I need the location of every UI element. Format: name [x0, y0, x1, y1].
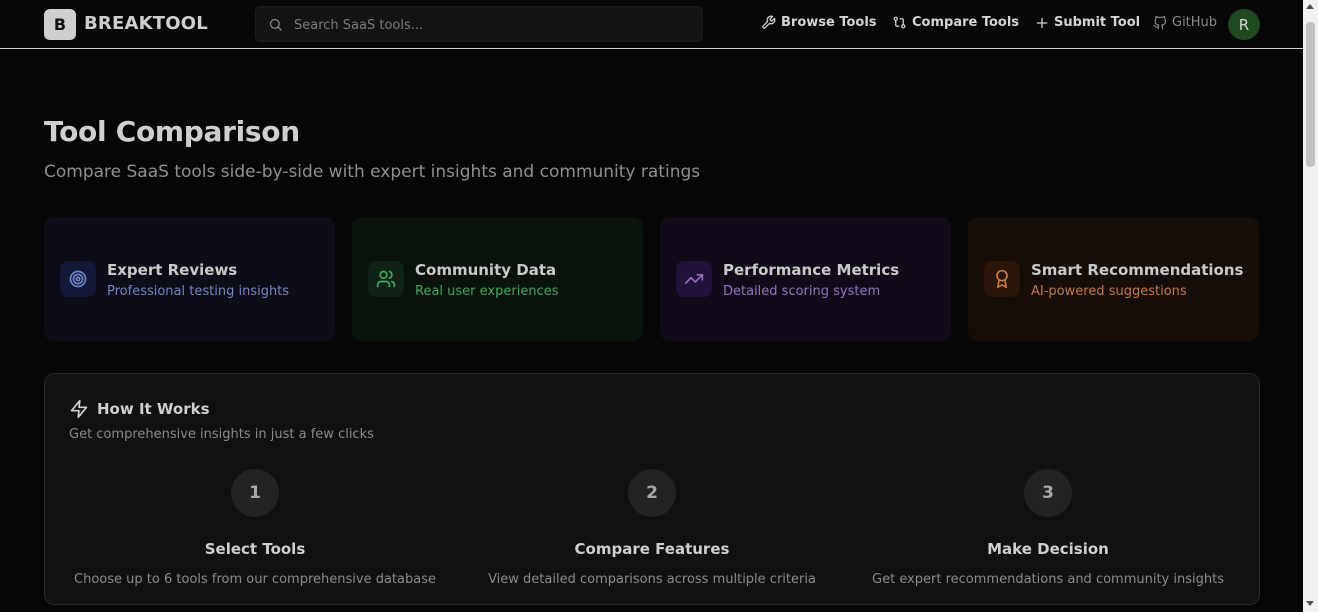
step-number-badge: 2: [628, 469, 676, 517]
nav-compare-tools[interactable]: Compare Tools: [892, 15, 1019, 30]
users-icon: [368, 261, 404, 297]
scrollbar-thumb[interactable]: [1306, 22, 1315, 167]
how-it-works-subtitle: Get comprehensive insights in just a few…: [69, 427, 374, 442]
page-title: Tool Comparison: [44, 115, 300, 148]
nav-submit-tool[interactable]: Submit Tool: [1035, 15, 1140, 30]
how-it-works-header: How It Works: [69, 399, 210, 419]
page-scrollbar[interactable]: [1303, 0, 1318, 612]
compare-icon: [893, 16, 906, 29]
feature-subtitle: Detailed scoring system: [723, 284, 881, 299]
search-icon: [269, 18, 282, 31]
nav-browse-label: Browse Tools: [781, 15, 877, 30]
brand-name[interactable]: BREAKTOOL: [84, 13, 208, 34]
top-navbar: B BREAKTOOL Browse Tools Compare Tools S…: [0, 0, 1303, 49]
feature-card-performance-metrics: Performance Metrics Detailed scoring sys…: [660, 217, 951, 341]
nav-compare-label: Compare Tools: [912, 15, 1020, 30]
feature-card-expert-reviews: Expert Reviews Professional testing insi…: [44, 217, 335, 341]
scroll-up-arrow-icon[interactable]: [1306, 4, 1314, 9]
plus-icon: [1036, 17, 1048, 28]
feature-title: Smart Recommendations: [1031, 261, 1244, 279]
step-select-tools: 1 Select Tools Choose up to 6 tools from…: [55, 469, 455, 587]
feature-title: Community Data: [415, 261, 557, 279]
step-number-badge: 1: [231, 469, 279, 517]
github-icon: [1153, 15, 1167, 29]
award-icon: [984, 261, 1020, 297]
step-make-decision: 3 Make Decision Get expert recommendatio…: [848, 469, 1248, 587]
nav-browse-tools[interactable]: Browse Tools: [761, 15, 877, 30]
nav-github[interactable]: GitHub: [1153, 15, 1217, 30]
nav-submit-label: Submit Tool: [1054, 15, 1141, 30]
step-description: Choose up to 6 tools from our comprehens…: [74, 572, 436, 587]
search-bar[interactable]: [255, 6, 703, 42]
step-title: Select Tools: [204, 540, 306, 558]
search-input[interactable]: [294, 15, 674, 35]
feature-title: Expert Reviews: [107, 261, 238, 279]
step-compare-features: 2 Compare Features View detailed compari…: [452, 469, 852, 587]
step-description: View detailed comparisons across multipl…: [488, 572, 816, 587]
feature-subtitle: AI-powered suggestions: [1031, 284, 1187, 299]
step-title: Make Decision: [987, 540, 1109, 558]
logo-icon[interactable]: B: [44, 9, 76, 40]
feature-card-smart-recommendations: Smart Recommendations AI-powered suggest…: [968, 217, 1259, 341]
trending-up-icon: [676, 261, 712, 297]
feature-card-community-data: Community Data Real user experiences: [352, 217, 643, 341]
step-description: Get expert recommendations and community…: [872, 572, 1224, 587]
step-number-badge: 3: [1024, 469, 1072, 517]
target-icon: [60, 261, 96, 297]
zap-icon: [70, 399, 88, 419]
user-avatar[interactable]: R: [1228, 9, 1260, 40]
nav-github-label: GitHub: [1172, 15, 1218, 30]
step-title: Compare Features: [574, 540, 730, 558]
page-subtitle: Compare SaaS tools side-by-side with exp…: [44, 162, 701, 182]
feature-title: Performance Metrics: [723, 261, 900, 279]
feature-subtitle: Real user experiences: [415, 284, 559, 299]
how-it-works-panel: How It Works Get comprehensive insights …: [44, 373, 1260, 605]
how-it-works-title: How It Works: [97, 400, 210, 418]
feature-subtitle: Professional testing insights: [107, 284, 290, 299]
wrench-icon: [762, 15, 776, 29]
scroll-down-arrow-icon[interactable]: [1306, 601, 1314, 606]
